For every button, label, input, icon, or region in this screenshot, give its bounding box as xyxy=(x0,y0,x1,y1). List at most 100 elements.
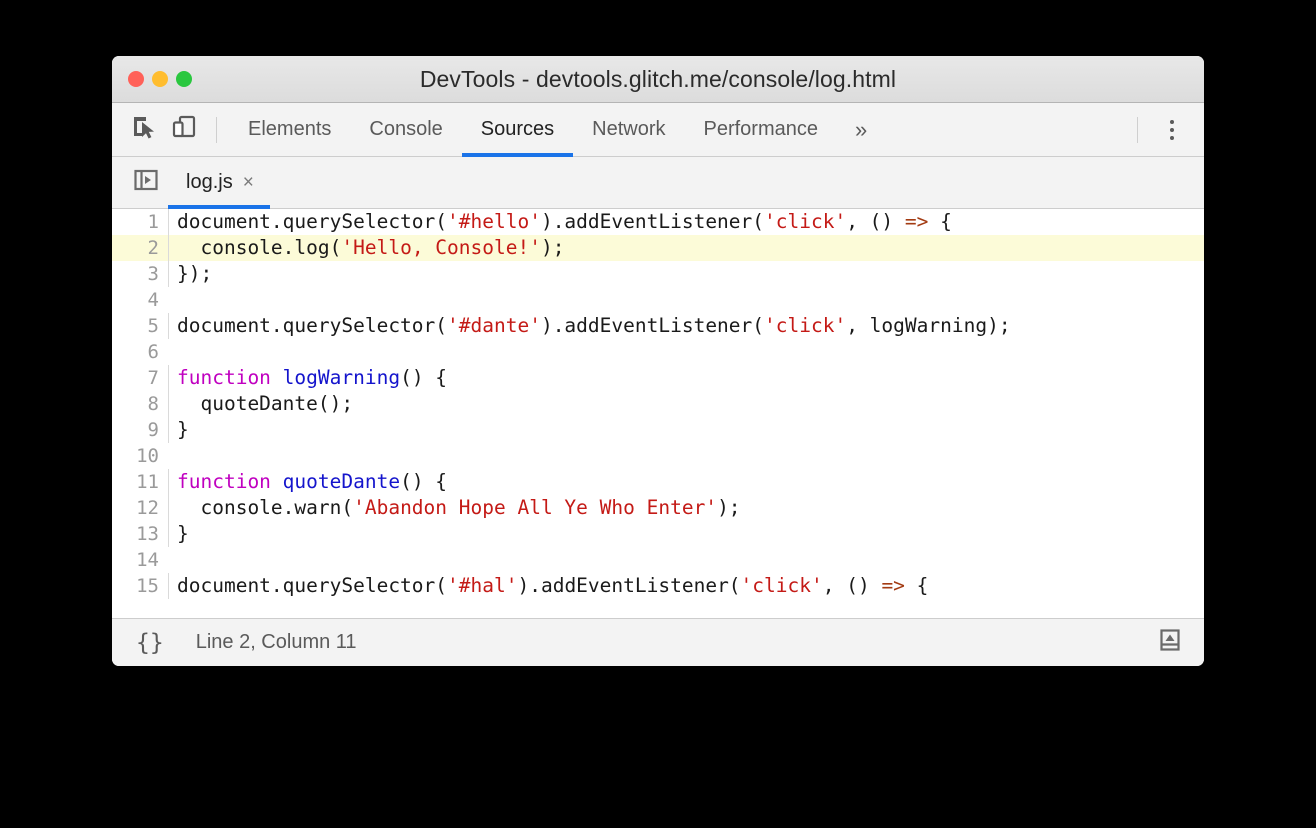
panel-tab-list: Elements Console Sources Network Perform… xyxy=(229,103,885,157)
code-line[interactable]: 3}); xyxy=(112,261,1204,287)
line-number[interactable]: 4 xyxy=(112,287,168,313)
code-line-text[interactable]: document.querySelector('#hello').addEven… xyxy=(168,209,1204,235)
code-line[interactable]: 14 xyxy=(112,547,1204,573)
tab-performance[interactable]: Performance xyxy=(685,103,838,156)
tab-performance-label: Performance xyxy=(703,118,819,140)
code-token: '#dante' xyxy=(447,314,541,337)
code-token: { xyxy=(928,210,952,233)
code-token: } xyxy=(177,522,189,545)
code-line-text[interactable]: console.log('Hello, Console!'); xyxy=(168,235,1204,261)
code-token: '#hello' xyxy=(447,210,541,233)
line-number[interactable]: 9 xyxy=(112,417,168,443)
maximize-window-button[interactable] xyxy=(176,71,192,87)
show-navigator-button[interactable] xyxy=(124,157,168,208)
code-line[interactable]: 5 document.querySelector('#dante').addEve… xyxy=(112,313,1204,339)
code-token: , logWarning); xyxy=(846,314,1011,337)
toolbar-divider-right xyxy=(1137,116,1138,143)
code-line[interactable]: 7 function logWarning() { xyxy=(112,365,1204,391)
code-token: => xyxy=(881,574,905,597)
code-line-text[interactable]: } xyxy=(168,521,1204,547)
more-panels-button[interactable]: » xyxy=(837,103,885,156)
code-line-text[interactable]: console.warn('Abandon Hope All Ye Who En… xyxy=(168,495,1204,521)
chevron-double-right-icon: » xyxy=(855,116,868,142)
line-number[interactable]: 3 xyxy=(112,261,168,287)
sources-file-tabbar: log.js × xyxy=(112,157,1204,209)
file-tab-label: log.js xyxy=(186,171,233,193)
code-token: 'click' xyxy=(764,210,847,233)
code-token: 'Abandon Hope All Ye Who Enter' xyxy=(353,496,718,519)
tab-console-label: Console xyxy=(369,118,443,140)
code-line[interactable]: 1 document.querySelector('#hello').addEve… xyxy=(112,209,1204,235)
code-token: ); xyxy=(540,236,565,259)
code-line-text[interactable]: function logWarning() { xyxy=(168,365,1204,391)
code-token: 'click' xyxy=(764,314,847,337)
close-window-button[interactable] xyxy=(128,71,144,87)
code-token: document.querySelector( xyxy=(177,314,448,337)
code-line-text[interactable]: function quoteDante() { xyxy=(168,469,1204,495)
tab-console[interactable]: Console xyxy=(350,103,461,156)
code-token: function xyxy=(177,470,271,493)
code-line-text[interactable]: document.querySelector('#hal').addEventL… xyxy=(168,573,1204,599)
code-line-text[interactable]: } xyxy=(168,417,1204,443)
code-token: console.log( xyxy=(177,236,342,259)
code-line[interactable]: 4 xyxy=(112,287,1204,313)
code-editor[interactable]: 1 document.querySelector('#hello').addEve… xyxy=(112,209,1204,618)
code-token: ); xyxy=(717,496,741,519)
code-line[interactable]: 12 console.warn('Abandon Hope All Ye Who… xyxy=(112,495,1204,521)
code-line[interactable]: 15 document.querySelector('#hal').addEven… xyxy=(112,573,1204,599)
line-number[interactable]: 8 xyxy=(112,391,168,417)
code-line-text[interactable]: quoteDante(); xyxy=(168,391,1204,417)
tab-elements[interactable]: Elements xyxy=(229,103,350,156)
code-token: 'click' xyxy=(740,574,823,597)
file-tab-log-js[interactable]: log.js × xyxy=(168,157,270,209)
code-line[interactable]: 10 xyxy=(112,443,1204,469)
line-number[interactable]: 11 xyxy=(112,469,168,495)
show-console-drawer-button[interactable] xyxy=(1150,623,1190,663)
line-number[interactable]: 10 xyxy=(112,443,168,469)
code-token: console.warn( xyxy=(177,496,354,519)
code-token: function xyxy=(177,366,271,389)
window-title: DevTools - devtools.glitch.me/console/lo… xyxy=(419,65,897,92)
pretty-print-button[interactable]: {} xyxy=(130,630,170,656)
line-number[interactable]: 14 xyxy=(112,547,168,573)
code-line[interactable]: 13} xyxy=(112,521,1204,547)
line-number[interactable]: 6 xyxy=(112,339,168,365)
minimize-window-button[interactable] xyxy=(152,71,168,87)
code-token: '#hal' xyxy=(447,574,518,597)
code-token: document.querySelector( xyxy=(177,574,448,597)
toolbar-right-group xyxy=(1125,103,1204,156)
window-titlebar: DevTools - devtools.glitch.me/console/lo… xyxy=(112,56,1204,103)
customize-devtools-button[interactable] xyxy=(1150,108,1194,152)
code-line-text[interactable]: document.querySelector('#dante').addEven… xyxy=(168,313,1204,339)
tab-sources-label: Sources xyxy=(480,118,555,140)
code-line[interactable]: 8 quoteDante(); xyxy=(112,391,1204,417)
line-number[interactable]: 12 xyxy=(112,495,168,521)
device-toolbar-button[interactable] xyxy=(164,110,204,150)
code-scroll-area[interactable]: 1 document.querySelector('#hello').addEve… xyxy=(112,209,1204,618)
more-vertical-icon xyxy=(1170,119,1174,140)
line-number[interactable]: 1 xyxy=(112,209,168,235)
tab-network[interactable]: Network xyxy=(573,103,684,156)
code-token: => xyxy=(904,210,929,233)
code-token: ).addEventListener( xyxy=(517,574,741,597)
code-line[interactable]: 9} xyxy=(112,417,1204,443)
code-token: logWarning xyxy=(282,366,401,389)
code-line[interactable]: 11 function quoteDante() { xyxy=(112,469,1204,495)
tab-sources[interactable]: Sources xyxy=(461,103,574,157)
code-line-text[interactable]: }); xyxy=(168,261,1204,287)
line-number[interactable]: 13 xyxy=(112,521,168,547)
line-number[interactable]: 7 xyxy=(112,365,168,391)
line-number[interactable]: 15 xyxy=(112,573,168,599)
line-number[interactable]: 2 xyxy=(112,235,168,261)
inspect-element-icon xyxy=(131,114,157,145)
inspect-element-button[interactable] xyxy=(124,110,164,150)
code-token: } xyxy=(177,418,189,441)
code-line[interactable]: 6 xyxy=(112,339,1204,365)
code-line[interactable]: 2 console.log('Hello, Console!'); xyxy=(112,235,1204,261)
line-number[interactable]: 5 xyxy=(112,313,168,339)
toolbar-divider xyxy=(216,116,217,143)
devtools-window: DevTools - devtools.glitch.me/console/lo… xyxy=(112,56,1204,666)
close-icon[interactable]: × xyxy=(243,173,254,192)
editor-statusbar: {} Line 2, Column 11 xyxy=(112,618,1204,666)
